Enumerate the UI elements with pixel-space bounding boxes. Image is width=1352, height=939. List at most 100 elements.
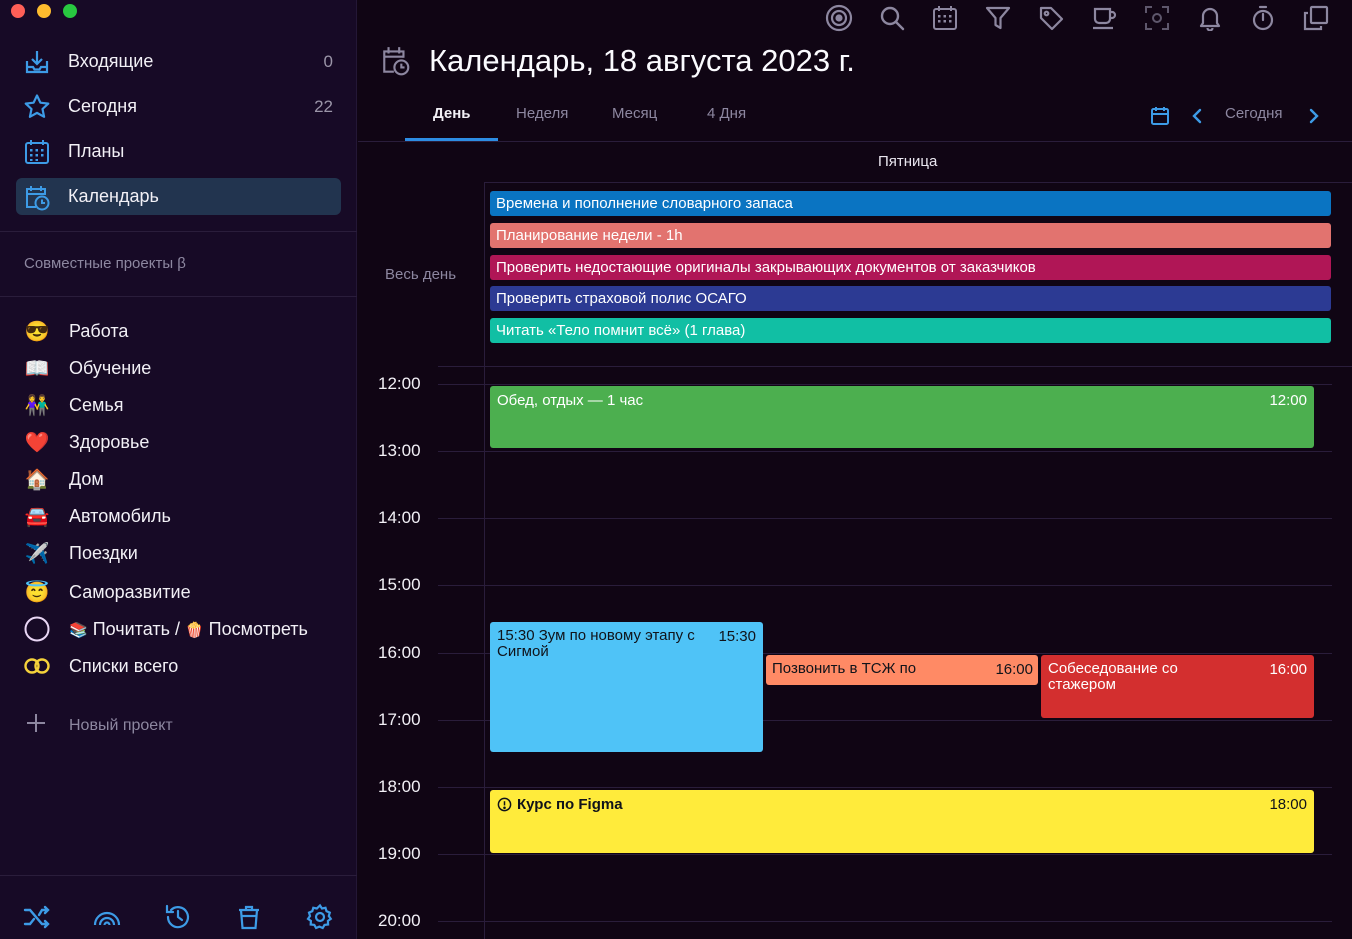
shared-projects-title[interactable]: Совместные проекты β — [24, 255, 186, 272]
event-time: 16:00 — [1269, 661, 1307, 678]
inbox-icon — [22, 47, 52, 77]
project-trips[interactable]: ✈️ Поездки — [22, 538, 138, 568]
tab-month[interactable]: Месяц — [612, 105, 657, 122]
allday-event[interactable]: Читать «Тело помнит всё» (1 глава) — [490, 318, 1331, 343]
books-emoji-icon: 📚 — [69, 621, 88, 639]
project-label: Дом — [69, 468, 104, 489]
hour-label: 14:00 — [378, 508, 421, 527]
hour-gridline — [438, 518, 1332, 519]
project-family[interactable]: 👫 Семья — [22, 390, 124, 420]
heart-emoji-icon: ❤️ — [24, 431, 50, 454]
sidebar-bottom-bar — [0, 875, 357, 939]
sidebar-item-count: 22 — [314, 96, 333, 116]
plus-icon — [24, 711, 48, 740]
event-zoom-call[interactable]: 15:30 Зум по новому этапу с Сигмой 15:30 — [490, 622, 763, 752]
project-label: Списки всего — [69, 655, 179, 676]
allday-event[interactable]: Планирование недели - 1h — [490, 223, 1331, 248]
event-lunch[interactable]: Обед, отдых — 1 час 12:00 — [490, 386, 1314, 448]
event-title: Собеседование со стажером — [1048, 660, 1178, 693]
allday-label: Весь день — [385, 266, 457, 283]
hour-label: 16:00 — [378, 643, 421, 662]
project-home[interactable]: 🏠 Дом — [22, 464, 104, 494]
sidebar-item-inbox[interactable]: Входящие 0 — [16, 43, 341, 80]
allday-event[interactable]: Проверить недостающие оригиналы закрываю… — [490, 255, 1331, 280]
project-label-watch: Посмотреть — [203, 618, 308, 639]
calendar-clock-icon — [381, 45, 411, 82]
project-read-watch[interactable]: 📚 Почитать / 🍿 Посмотреть — [22, 614, 308, 644]
popcorn-emoji-icon: 🍿 — [184, 621, 204, 639]
allday-event[interactable]: Проверить страховой полис ОСАГО — [490, 286, 1331, 311]
bell-icon[interactable] — [1196, 4, 1224, 32]
calendar-grid-icon[interactable] — [931, 4, 959, 32]
trash-icon[interactable] — [234, 902, 264, 932]
shuffle-icon[interactable] — [22, 902, 52, 932]
calendar-clock-icon — [22, 182, 52, 212]
sunglasses-emoji-icon: 😎 — [24, 320, 50, 343]
event-figma-course[interactable]: Курс по Figma 18:00 — [490, 790, 1314, 853]
settings-icon[interactable] — [305, 902, 335, 932]
search-icon[interactable] — [878, 4, 906, 32]
sidebar-item-label: Сегодня — [68, 96, 137, 116]
scan-icon[interactable] — [1143, 4, 1171, 32]
close-window-button[interactable] — [11, 4, 25, 18]
sidebar-item-label: Входящие — [68, 51, 154, 71]
sidebar-divider — [0, 231, 357, 232]
project-work[interactable]: 😎 Работа — [22, 316, 129, 346]
hour-gridline — [438, 921, 1332, 922]
previous-day-button[interactable] — [1190, 106, 1204, 131]
event-title: Обед, отдых — 1 час — [497, 392, 644, 409]
filter-icon[interactable] — [984, 4, 1012, 32]
project-study[interactable]: 📖 Обучение — [22, 353, 152, 383]
project-label: Здоровье — [69, 431, 150, 452]
airplane-emoji-icon: ✈️ — [24, 542, 50, 565]
event-interview[interactable]: Собеседование со стажером 16:00 — [1041, 655, 1314, 718]
car-emoji-icon: 🚘 — [24, 505, 50, 528]
sidebar-item-today[interactable]: Сегодня 22 — [16, 88, 341, 125]
hour-gridline — [438, 384, 1332, 385]
copy-icon[interactable] — [1302, 4, 1330, 32]
project-health[interactable]: ❤️ Здоровье — [22, 427, 150, 457]
time-column-divider — [484, 182, 485, 939]
book-emoji-icon: 📖 — [24, 357, 50, 380]
hour-label: 15:00 — [378, 575, 421, 594]
sidebar-item-plans[interactable]: Планы — [16, 133, 341, 170]
timer-icon[interactable] — [1249, 4, 1277, 32]
event-call-hoa[interactable]: Позвонить в ТСЖ по 16:00 — [766, 655, 1038, 685]
allday-event[interactable]: Времена и пополнение словарного запаса — [490, 191, 1331, 216]
hour-gridline — [438, 585, 1332, 586]
zoom-window-button[interactable] — [63, 4, 77, 18]
hour-label: 18:00 — [378, 777, 421, 796]
coffee-icon[interactable] — [1090, 4, 1118, 32]
project-lists[interactable]: Списки всего — [22, 651, 178, 681]
tab-day[interactable]: День — [433, 105, 471, 122]
sidebar-item-calendar[interactable]: Календарь — [16, 178, 341, 215]
project-car[interactable]: 🚘 Автомобиль — [22, 501, 171, 531]
today-button[interactable]: Сегодня — [1225, 105, 1283, 122]
project-label: Работа — [69, 320, 129, 341]
rainbow-icon[interactable] — [92, 902, 122, 932]
focus-icon[interactable] — [825, 4, 853, 32]
event-title: Позвонить в ТСЖ по — [772, 660, 917, 677]
event-title: 15:30 Зум по новому этапу с Сигмой — [497, 627, 695, 660]
history-icon[interactable] — [163, 902, 193, 932]
page-title: Календарь, 18 августа 2023 г. — [429, 43, 855, 78]
house-emoji-icon: 🏠 — [24, 468, 50, 491]
sidebar-item-label: Календарь — [68, 186, 159, 206]
project-label: 📚 Почитать / 🍿 Посмотреть — [69, 619, 308, 640]
allday-bottom-divider — [438, 366, 1352, 367]
hour-gridline — [438, 787, 1332, 788]
infinity-rings-icon — [22, 651, 52, 681]
project-label: Автомобиль — [69, 505, 171, 526]
next-day-button[interactable] — [1307, 106, 1321, 131]
hour-label: 19:00 — [378, 844, 421, 863]
event-time: 12:00 — [1269, 392, 1307, 409]
tab-week[interactable]: Неделя — [516, 105, 568, 122]
new-project-button[interactable]: Новый проект — [24, 711, 173, 740]
date-picker-icon[interactable] — [1150, 106, 1170, 131]
project-self-development[interactable]: 😇 Саморазвитие — [22, 577, 191, 607]
family-emoji-icon: 👫 — [24, 394, 50, 417]
tag-icon[interactable] — [1037, 4, 1065, 32]
minimize-window-button[interactable] — [37, 4, 51, 18]
tab-4-days[interactable]: 4 Дня — [707, 105, 746, 122]
sidebar-divider — [0, 296, 357, 297]
